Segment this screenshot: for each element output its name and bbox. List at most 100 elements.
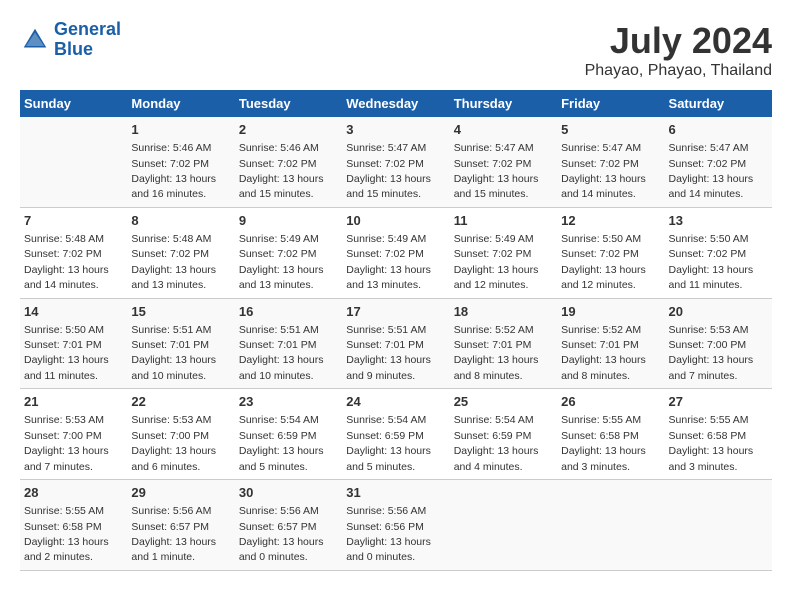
day-number: 19 bbox=[561, 303, 660, 321]
day-cell: 7 Sunrise: 5:48 AMSunset: 7:02 PMDayligh… bbox=[20, 207, 127, 298]
day-cell: 23 Sunrise: 5:54 AMSunset: 6:59 PMDaylig… bbox=[235, 389, 342, 480]
day-cell: 13 Sunrise: 5:50 AMSunset: 7:02 PMDaylig… bbox=[665, 207, 772, 298]
day-number: 31 bbox=[346, 484, 445, 502]
day-info: Sunrise: 5:52 AMSunset: 7:01 PMDaylight:… bbox=[561, 324, 646, 382]
day-number: 2 bbox=[239, 121, 338, 139]
logo-text: General Blue bbox=[54, 20, 121, 60]
day-number: 10 bbox=[346, 212, 445, 230]
day-cell: 21 Sunrise: 5:53 AMSunset: 7:00 PMDaylig… bbox=[20, 389, 127, 480]
day-info: Sunrise: 5:50 AMSunset: 7:02 PMDaylight:… bbox=[669, 233, 754, 291]
day-info: Sunrise: 5:49 AMSunset: 7:02 PMDaylight:… bbox=[346, 233, 431, 291]
week-row-3: 14 Sunrise: 5:50 AMSunset: 7:01 PMDaylig… bbox=[20, 298, 772, 389]
day-number: 4 bbox=[454, 121, 553, 139]
logo-icon bbox=[20, 25, 50, 55]
day-info: Sunrise: 5:50 AMSunset: 7:01 PMDaylight:… bbox=[24, 324, 109, 382]
day-number: 15 bbox=[131, 303, 230, 321]
day-cell: 26 Sunrise: 5:55 AMSunset: 6:58 PMDaylig… bbox=[557, 389, 664, 480]
day-info: Sunrise: 5:50 AMSunset: 7:02 PMDaylight:… bbox=[561, 233, 646, 291]
day-cell: 22 Sunrise: 5:53 AMSunset: 7:00 PMDaylig… bbox=[127, 389, 234, 480]
day-cell: 25 Sunrise: 5:54 AMSunset: 6:59 PMDaylig… bbox=[450, 389, 557, 480]
week-row-2: 7 Sunrise: 5:48 AMSunset: 7:02 PMDayligh… bbox=[20, 207, 772, 298]
day-cell: 29 Sunrise: 5:56 AMSunset: 6:57 PMDaylig… bbox=[127, 480, 234, 571]
day-cell: 16 Sunrise: 5:51 AMSunset: 7:01 PMDaylig… bbox=[235, 298, 342, 389]
day-info: Sunrise: 5:53 AMSunset: 7:00 PMDaylight:… bbox=[24, 414, 109, 472]
day-number: 13 bbox=[669, 212, 768, 230]
day-cell: 10 Sunrise: 5:49 AMSunset: 7:02 PMDaylig… bbox=[342, 207, 449, 298]
day-info: Sunrise: 5:54 AMSunset: 6:59 PMDaylight:… bbox=[346, 414, 431, 472]
day-info: Sunrise: 5:47 AMSunset: 7:02 PMDaylight:… bbox=[669, 142, 754, 200]
day-info: Sunrise: 5:55 AMSunset: 6:58 PMDaylight:… bbox=[669, 414, 754, 472]
day-cell: 14 Sunrise: 5:50 AMSunset: 7:01 PMDaylig… bbox=[20, 298, 127, 389]
page-header: General Blue July 2024 Phayao, Phayao, T… bbox=[20, 20, 772, 80]
day-number: 27 bbox=[669, 393, 768, 411]
day-cell: 9 Sunrise: 5:49 AMSunset: 7:02 PMDayligh… bbox=[235, 207, 342, 298]
week-row-5: 28 Sunrise: 5:55 AMSunset: 6:58 PMDaylig… bbox=[20, 480, 772, 571]
day-info: Sunrise: 5:46 AMSunset: 7:02 PMDaylight:… bbox=[131, 142, 216, 200]
day-number: 18 bbox=[454, 303, 553, 321]
week-row-4: 21 Sunrise: 5:53 AMSunset: 7:00 PMDaylig… bbox=[20, 389, 772, 480]
day-info: Sunrise: 5:53 AMSunset: 7:00 PMDaylight:… bbox=[669, 324, 754, 382]
day-cell bbox=[450, 480, 557, 571]
day-cell bbox=[665, 480, 772, 571]
calendar-table: SundayMondayTuesdayWednesdayThursdayFrid… bbox=[20, 90, 772, 571]
header-monday: Monday bbox=[127, 90, 234, 117]
day-number: 20 bbox=[669, 303, 768, 321]
day-info: Sunrise: 5:48 AMSunset: 7:02 PMDaylight:… bbox=[24, 233, 109, 291]
header-wednesday: Wednesday bbox=[342, 90, 449, 117]
day-info: Sunrise: 5:51 AMSunset: 7:01 PMDaylight:… bbox=[346, 324, 431, 382]
day-info: Sunrise: 5:55 AMSunset: 6:58 PMDaylight:… bbox=[561, 414, 646, 472]
day-cell: 1 Sunrise: 5:46 AMSunset: 7:02 PMDayligh… bbox=[127, 117, 234, 207]
calendar-title: July 2024 bbox=[585, 20, 772, 62]
title-block: July 2024 Phayao, Phayao, Thailand bbox=[585, 20, 772, 80]
day-cell bbox=[20, 117, 127, 207]
day-info: Sunrise: 5:48 AMSunset: 7:02 PMDaylight:… bbox=[131, 233, 216, 291]
day-number: 3 bbox=[346, 121, 445, 139]
calendar-subtitle: Phayao, Phayao, Thailand bbox=[585, 62, 772, 80]
day-cell: 2 Sunrise: 5:46 AMSunset: 7:02 PMDayligh… bbox=[235, 117, 342, 207]
day-cell: 3 Sunrise: 5:47 AMSunset: 7:02 PMDayligh… bbox=[342, 117, 449, 207]
day-cell: 6 Sunrise: 5:47 AMSunset: 7:02 PMDayligh… bbox=[665, 117, 772, 207]
day-number: 16 bbox=[239, 303, 338, 321]
day-info: Sunrise: 5:56 AMSunset: 6:57 PMDaylight:… bbox=[239, 505, 324, 563]
day-cell: 4 Sunrise: 5:47 AMSunset: 7:02 PMDayligh… bbox=[450, 117, 557, 207]
day-number: 7 bbox=[24, 212, 123, 230]
day-number: 14 bbox=[24, 303, 123, 321]
day-cell: 28 Sunrise: 5:55 AMSunset: 6:58 PMDaylig… bbox=[20, 480, 127, 571]
day-number: 8 bbox=[131, 212, 230, 230]
day-cell: 19 Sunrise: 5:52 AMSunset: 7:01 PMDaylig… bbox=[557, 298, 664, 389]
day-cell: 8 Sunrise: 5:48 AMSunset: 7:02 PMDayligh… bbox=[127, 207, 234, 298]
day-cell: 11 Sunrise: 5:49 AMSunset: 7:02 PMDaylig… bbox=[450, 207, 557, 298]
day-number: 6 bbox=[669, 121, 768, 139]
day-number: 22 bbox=[131, 393, 230, 411]
day-number: 12 bbox=[561, 212, 660, 230]
day-number: 21 bbox=[24, 393, 123, 411]
day-info: Sunrise: 5:49 AMSunset: 7:02 PMDaylight:… bbox=[239, 233, 324, 291]
day-number: 30 bbox=[239, 484, 338, 502]
day-cell: 30 Sunrise: 5:56 AMSunset: 6:57 PMDaylig… bbox=[235, 480, 342, 571]
header-thursday: Thursday bbox=[450, 90, 557, 117]
day-cell: 15 Sunrise: 5:51 AMSunset: 7:01 PMDaylig… bbox=[127, 298, 234, 389]
day-cell: 31 Sunrise: 5:56 AMSunset: 6:56 PMDaylig… bbox=[342, 480, 449, 571]
week-row-1: 1 Sunrise: 5:46 AMSunset: 7:02 PMDayligh… bbox=[20, 117, 772, 207]
day-info: Sunrise: 5:47 AMSunset: 7:02 PMDaylight:… bbox=[561, 142, 646, 200]
day-cell bbox=[557, 480, 664, 571]
day-info: Sunrise: 5:52 AMSunset: 7:01 PMDaylight:… bbox=[454, 324, 539, 382]
day-info: Sunrise: 5:54 AMSunset: 6:59 PMDaylight:… bbox=[454, 414, 539, 472]
day-number: 28 bbox=[24, 484, 123, 502]
day-info: Sunrise: 5:55 AMSunset: 6:58 PMDaylight:… bbox=[24, 505, 109, 563]
day-info: Sunrise: 5:51 AMSunset: 7:01 PMDaylight:… bbox=[131, 324, 216, 382]
day-info: Sunrise: 5:47 AMSunset: 7:02 PMDaylight:… bbox=[454, 142, 539, 200]
day-info: Sunrise: 5:47 AMSunset: 7:02 PMDaylight:… bbox=[346, 142, 431, 200]
day-number: 29 bbox=[131, 484, 230, 502]
day-info: Sunrise: 5:46 AMSunset: 7:02 PMDaylight:… bbox=[239, 142, 324, 200]
day-number: 1 bbox=[131, 121, 230, 139]
day-cell: 17 Sunrise: 5:51 AMSunset: 7:01 PMDaylig… bbox=[342, 298, 449, 389]
day-info: Sunrise: 5:53 AMSunset: 7:00 PMDaylight:… bbox=[131, 414, 216, 472]
day-info: Sunrise: 5:49 AMSunset: 7:02 PMDaylight:… bbox=[454, 233, 539, 291]
header-saturday: Saturday bbox=[665, 90, 772, 117]
day-info: Sunrise: 5:51 AMSunset: 7:01 PMDaylight:… bbox=[239, 324, 324, 382]
day-number: 26 bbox=[561, 393, 660, 411]
day-number: 17 bbox=[346, 303, 445, 321]
day-cell: 27 Sunrise: 5:55 AMSunset: 6:58 PMDaylig… bbox=[665, 389, 772, 480]
day-number: 23 bbox=[239, 393, 338, 411]
